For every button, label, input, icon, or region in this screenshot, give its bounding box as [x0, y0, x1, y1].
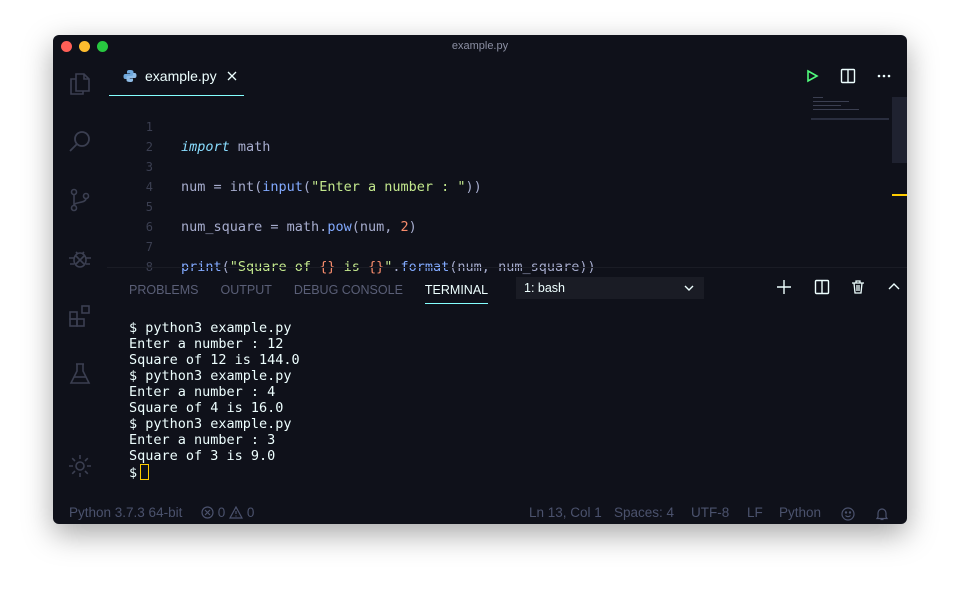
language-mode[interactable]: Python — [779, 502, 821, 524]
code-line: 3 num = int(input("Enter a number : ")) — [107, 137, 482, 195]
minimap[interactable] — [811, 95, 891, 125]
tab-debug-console[interactable]: DEBUG CONSOLE — [294, 280, 403, 304]
editor-actions — [803, 67, 893, 85]
extensions-icon — [69, 305, 90, 327]
title-bar: example.py — [53, 35, 907, 57]
end-of-line[interactable]: LF — [747, 502, 763, 524]
settings-button[interactable] — [65, 451, 95, 481]
more-actions-button[interactable] — [875, 67, 893, 85]
close-tab-icon[interactable] — [226, 70, 238, 82]
bell-icon — [875, 508, 889, 521]
status-bar: Python 3.7.3 64-bit 0 0 Ln 13, Col 1 Spa… — [53, 502, 907, 524]
source-control-button[interactable] — [65, 185, 95, 215]
zoom-window-button[interactable] — [97, 41, 108, 52]
tab-example-py[interactable]: example.py — [109, 57, 244, 96]
code-line: 5 num_square = math.pow(num, 2) — [107, 177, 417, 235]
search-icon — [69, 131, 90, 152]
minimize-window-button[interactable] — [79, 41, 90, 52]
cursor-position[interactable]: Ln 13, Col 1 — [529, 502, 602, 524]
terminal-line: $ python3 example.py — [129, 320, 292, 336]
split-terminal-button[interactable] — [813, 278, 831, 296]
terminal-cursor — [140, 464, 150, 480]
scrollbar-marker — [892, 194, 907, 196]
code-line: 8 — [107, 237, 156, 274]
editor-tab-bar: example.py — [107, 57, 907, 97]
error-icon — [201, 506, 214, 519]
warning-icon — [229, 505, 244, 519]
test-flask-icon — [69, 363, 91, 384]
tab-problems[interactable]: PROBLEMS — [129, 280, 198, 304]
trash-icon — [852, 280, 864, 294]
indentation[interactable]: Spaces: 4 — [614, 502, 674, 524]
editor-scrollbar[interactable] — [892, 97, 907, 163]
files-icon — [70, 73, 90, 95]
terminal-line: Enter a number : 12 — [129, 336, 284, 352]
feedback-button[interactable] — [841, 506, 855, 524]
extensions-button[interactable] — [65, 301, 95, 331]
terminal-prompt: $ — [129, 465, 138, 481]
plus-icon — [777, 280, 791, 294]
minimap-viewport — [811, 118, 889, 120]
python-interpreter[interactable]: Python 3.7.3 64-bit — [69, 502, 182, 524]
search-button[interactable] — [65, 127, 95, 157]
terminal-line: $ python3 example.py — [129, 416, 292, 432]
debug-button[interactable] — [65, 243, 95, 273]
terminal-line: Square of 4 is 16.0 — [129, 400, 284, 416]
terminal-line: $ python3 example.py — [129, 368, 292, 384]
terminal-line: Square of 12 is 144.0 — [129, 352, 300, 368]
vscode-window: example.py example.py 1 import math 2 3 … — [53, 35, 907, 524]
error-count: 0 — [217, 505, 226, 520]
tab-terminal[interactable]: TERMINAL — [424, 280, 489, 304]
testing-button[interactable] — [65, 359, 95, 389]
play-icon — [807, 69, 819, 83]
chevron-down-icon — [684, 285, 694, 291]
window-title: example.py — [451, 40, 509, 52]
warning-count: 0 — [246, 505, 255, 520]
code-line: 7 print("Square of {} is {}".format(num,… — [107, 217, 596, 275]
source-control-icon — [70, 188, 90, 212]
terminal-select-value: 1: bash — [524, 281, 566, 295]
tab-label: example.py — [145, 68, 217, 84]
problems-indicator[interactable]: 0 0 — [201, 502, 254, 524]
maximize-panel-button[interactable] — [885, 278, 903, 296]
code-line: 6 — [107, 197, 156, 234]
split-editor-button[interactable] — [839, 67, 857, 85]
new-terminal-button[interactable] — [775, 278, 793, 296]
notifications-button[interactable] — [875, 506, 889, 524]
chevron-up-icon — [888, 283, 900, 290]
more-icon — [877, 74, 891, 78]
activity-bar — [53, 57, 107, 502]
kill-terminal-button[interactable] — [849, 278, 867, 296]
terminal-prompt-line: $ — [129, 464, 300, 481]
code-line: 1 import math — [107, 97, 271, 155]
explorer-button[interactable] — [65, 69, 95, 99]
terminal-line: Enter a number : 3 — [129, 432, 276, 448]
terminal-output[interactable]: $ python3 example.py Enter a number : 12… — [129, 320, 300, 481]
split-editor-icon — [840, 68, 856, 84]
tab-output[interactable]: OUTPUT — [220, 280, 271, 304]
bottom-panel: PROBLEMS OUTPUT DEBUG CONSOLE TERMINAL 1… — [107, 267, 907, 503]
code-line: 4 — [107, 157, 156, 194]
terminal-select[interactable]: 1: bash — [516, 277, 704, 299]
terminal-line: Square of 3 is 9.0 — [129, 448, 276, 464]
code-line: 2 — [107, 117, 156, 154]
debug-icon — [69, 251, 91, 268]
encoding[interactable]: UTF-8 — [691, 502, 729, 524]
close-window-button[interactable] — [61, 41, 72, 52]
terminal-line: Enter a number : 4 — [129, 384, 276, 400]
smiley-icon — [841, 507, 855, 521]
python-file-icon — [123, 70, 137, 82]
code-editor[interactable]: 1 import math 2 3 num = int(input("Enter… — [107, 97, 867, 275]
settings-gear-icon — [69, 455, 91, 477]
panel-tabs: PROBLEMS OUTPUT DEBUG CONSOLE TERMINAL — [129, 280, 489, 304]
split-terminal-icon — [814, 279, 830, 295]
run-file-button[interactable] — [803, 67, 821, 85]
